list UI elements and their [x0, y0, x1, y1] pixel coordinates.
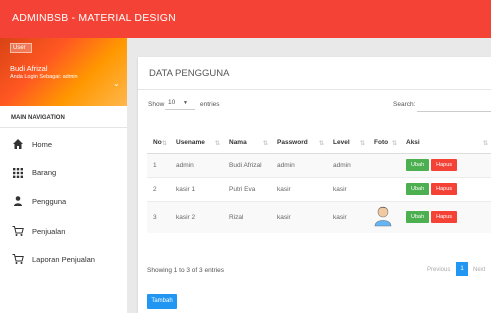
nav-header: MAIN NAVIGATION: [11, 115, 65, 121]
nav-divider: [0, 127, 127, 128]
cell-password: kasir: [271, 200, 327, 233]
column-header-nama[interactable]: Nama ⇅: [223, 133, 271, 154]
sort-icon: ⇅: [318, 141, 324, 147]
column-header-level[interactable]: Level ⇅: [327, 133, 368, 154]
cell-nama: Budi Afrizal: [223, 152, 271, 177]
sidebar-item-laporan-penjualan[interactable]: Laporan Penjualan: [0, 248, 127, 274]
sidebar: User Budi Afrizal Anda Login Sebagai: ad…: [0, 38, 127, 313]
sidebar-item-home[interactable]: Home: [0, 133, 127, 159]
sort-icon: ⇅: [214, 141, 220, 147]
sort-icon: ⇅: [359, 141, 365, 147]
chevron-down-icon: ▼: [183, 100, 188, 106]
search-label: Search:: [393, 101, 416, 108]
pagination-previous[interactable]: Previous: [427, 267, 450, 273]
cell-level: admin: [327, 152, 368, 177]
hapus-button[interactable]: Hapus: [431, 183, 458, 195]
sort-icon: ⇅: [482, 141, 488, 147]
table-row: 1 admin Budi Afrizal admin admin Ubah Hap…: [147, 152, 491, 177]
cell-nama: Rizal: [223, 200, 271, 233]
cell-no: 2: [147, 176, 170, 201]
cart-icon: [12, 254, 24, 264]
table-row: 3 kasir 2 Rizal kasir kasir Ubah Hapus: [147, 200, 491, 233]
sidebar-item-label: Barang: [32, 168, 57, 177]
user-name: Budi Afrizal: [10, 64, 48, 73]
card-title: DATA PENGGUNA: [149, 68, 230, 79]
app-brand[interactable]: ADMINBSB - MATERIAL DESIGN: [12, 12, 176, 24]
chevron-down-icon[interactable]: ⌄: [113, 79, 120, 88]
sidebar-item-label: Pengguna: [32, 197, 67, 206]
home-icon: [13, 139, 23, 149]
column-header-aksi[interactable]: Aksi ⇅: [400, 133, 491, 154]
ubah-button[interactable]: Ubah: [406, 159, 430, 171]
entries-length-value: 10: [168, 99, 176, 106]
cell-aksi: Ubah Hapus: [400, 152, 491, 177]
user-role: Anda Login Sebagai: admin: [10, 74, 78, 80]
column-header-password[interactable]: Password ⇅: [271, 133, 327, 154]
sidebar-item-label: Penjualan: [32, 227, 66, 236]
cart-icon: [12, 226, 24, 236]
person-icon: [14, 196, 22, 206]
table-header-row: No ⇅ Usename ⇅ Nama ⇅ Password ⇅ Level ⇅ Foto…: [147, 133, 491, 154]
avatar-icon: [374, 206, 392, 227]
column-header-no[interactable]: No ⇅: [147, 133, 170, 154]
sort-icon: ⇅: [262, 141, 268, 147]
sidebar-item-label: Laporan Penjualan: [32, 255, 95, 264]
cell-foto: [368, 200, 400, 233]
cell-nama: Putri Eva: [223, 176, 271, 201]
hapus-button[interactable]: Hapus: [431, 159, 458, 171]
cell-aksi: Ubah Hapus: [400, 176, 491, 201]
sidebar-item-penjualan[interactable]: Penjualan: [0, 220, 127, 246]
grid-icon: [13, 168, 23, 178]
data-pengguna-card: DATA PENGGUNA Show 10 ▼ entries Search: …: [138, 57, 491, 313]
sidebar-item-pengguna[interactable]: Pengguna: [0, 190, 127, 216]
user-info: User Budi Afrizal Anda Login Sebagai: ad…: [0, 38, 127, 106]
sidebar-item-barang[interactable]: Barang: [0, 161, 127, 187]
cell-aksi: Ubah Hapus: [400, 200, 491, 233]
table-info: Showing 1 to 3 of 3 entries: [147, 267, 224, 274]
cell-username: kasir 1: [170, 176, 223, 201]
top-navbar: ADMINBSB - MATERIAL DESIGN: [0, 0, 491, 38]
search-input[interactable]: [417, 111, 491, 112]
sidebar-item-label: Home: [32, 140, 53, 149]
cell-level: kasir: [327, 200, 368, 233]
sort-icon: ⇅: [391, 141, 397, 147]
entries-length-select[interactable]: 10 ▼: [165, 99, 195, 110]
cell-foto: [368, 152, 400, 177]
entries-label: entries: [200, 101, 220, 108]
card-divider: [138, 89, 491, 90]
cell-username: admin: [170, 152, 223, 177]
cell-no: 1: [147, 152, 170, 177]
pagination-next[interactable]: Next: [473, 267, 485, 273]
table-row: 2 kasir 1 Putri Eva kasir kasir Ubah Hapu…: [147, 176, 491, 201]
cell-password: kasir: [271, 176, 327, 201]
ubah-button[interactable]: Ubah: [406, 211, 430, 224]
sort-icon: ⇅: [161, 141, 167, 147]
ubah-button[interactable]: Ubah: [406, 183, 430, 195]
cell-level: kasir: [327, 176, 368, 201]
cell-foto: [368, 176, 400, 201]
tambah-button[interactable]: Tambah: [147, 294, 177, 309]
column-header-foto[interactable]: Foto ⇅: [368, 133, 400, 154]
cell-password: admin: [271, 152, 327, 177]
hapus-button[interactable]: Hapus: [431, 211, 458, 224]
pagination-page-1[interactable]: 1: [456, 262, 468, 276]
cell-no: 3: [147, 200, 170, 233]
users-table: No ⇅ Usename ⇅ Nama ⇅ Password ⇅ Level ⇅ Foto…: [147, 133, 491, 233]
show-label: Show: [148, 101, 165, 108]
column-header-usename[interactable]: Usename ⇅: [170, 133, 223, 154]
cell-username: kasir 2: [170, 200, 223, 233]
user-avatar-image: User: [10, 43, 32, 53]
